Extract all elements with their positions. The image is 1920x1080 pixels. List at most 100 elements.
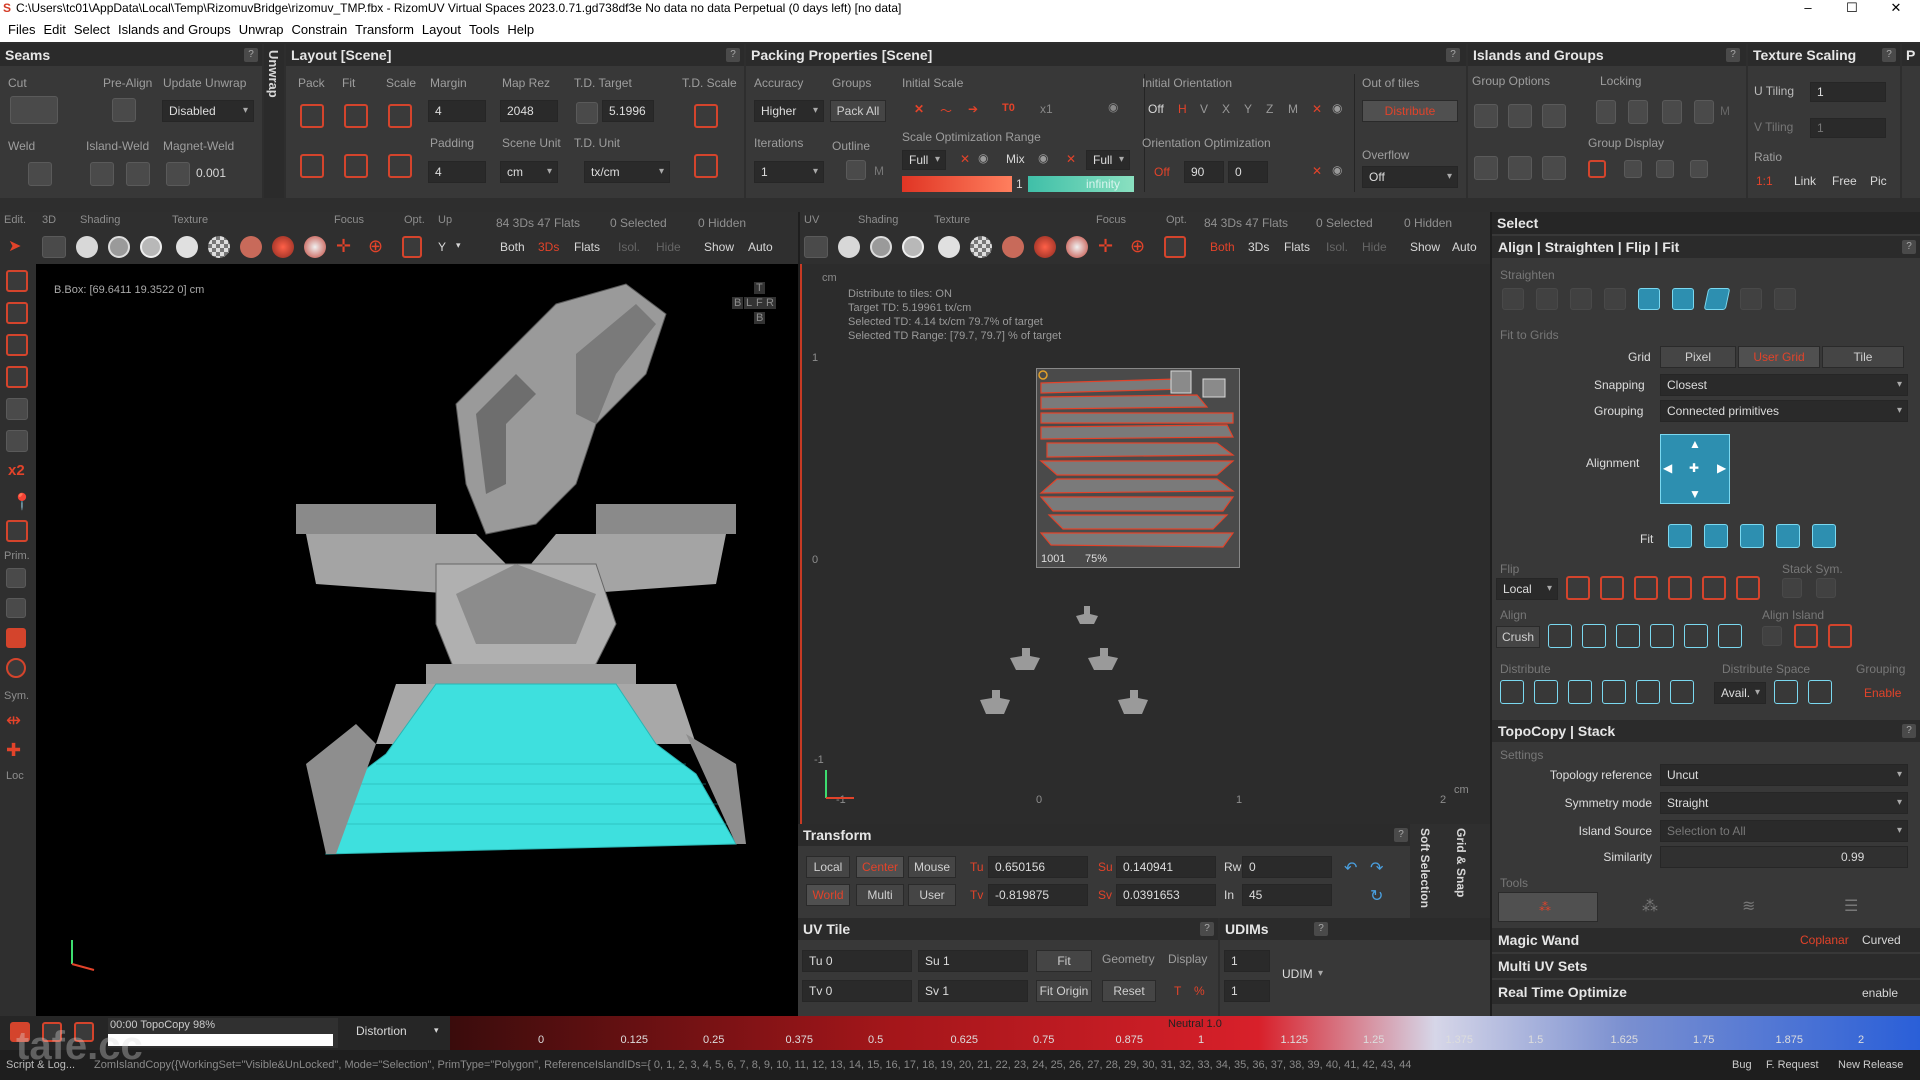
shading-wireframe-solid-icon[interactable]: [140, 236, 162, 258]
user-button[interactable]: User: [908, 884, 956, 906]
prim-edge-icon[interactable]: [6, 598, 26, 618]
straighten-diag-icon[interactable]: [1604, 288, 1626, 310]
help-icon[interactable]: ?: [244, 48, 258, 62]
help-icon[interactable]: ?: [1200, 922, 1214, 936]
maximize-button[interactable]: ☐: [1830, 0, 1874, 16]
uv-both-toggle[interactable]: Both: [1210, 240, 1235, 254]
symmetry-local-icon[interactable]: ✚: [6, 740, 21, 761]
help-icon[interactable]: ?: [1902, 724, 1916, 738]
feature-request-button[interactable]: F. Request: [1766, 1059, 1819, 1071]
minimize-button[interactable]: –: [1786, 0, 1830, 16]
reset-button[interactable]: Reset: [1102, 980, 1156, 1002]
double-tool[interactable]: x2: [8, 462, 25, 479]
world-button[interactable]: World: [806, 884, 850, 906]
distribute-vcenter-icon[interactable]: [1636, 680, 1660, 704]
unlock-icon[interactable]: [1628, 100, 1648, 124]
orient-off-toggle[interactable]: Off: [1148, 102, 1164, 116]
grid-pixel-button[interactable]: Pixel: [1660, 346, 1736, 368]
flip-space-select[interactable]: Local: [1496, 578, 1558, 600]
menu-layout[interactable]: Layout: [418, 16, 465, 44]
texture-map-alt-icon[interactable]: [304, 236, 326, 258]
uv-texture-map-icon[interactable]: [1034, 236, 1056, 258]
overflow-select[interactable]: Off: [1362, 166, 1458, 188]
straighten-rect-icon[interactable]: [1638, 288, 1660, 310]
coplanar-toggle[interactable]: Coplanar: [1800, 933, 1849, 947]
scale-wave-icon[interactable]: 〜: [940, 102, 952, 119]
in-field[interactable]: 45: [1242, 884, 1332, 906]
orient-z-toggle[interactable]: Z: [1266, 102, 1273, 116]
scale-range-min-select[interactable]: Full: [902, 150, 946, 170]
orient-y-toggle[interactable]: Y: [1244, 102, 1252, 116]
chevron-down-icon[interactable]: ▾: [456, 240, 461, 251]
auto-button[interactable]: Auto: [748, 240, 773, 254]
straighten-grid-icon[interactable]: [1536, 288, 1558, 310]
padding-field[interactable]: 4: [428, 161, 486, 183]
orient-opt-off-toggle[interactable]: Off: [1154, 165, 1170, 179]
uv-optimize-icon[interactable]: [1164, 236, 1186, 258]
range-x-icon[interactable]: ✕: [960, 152, 970, 166]
flip-v-icon[interactable]: [1668, 576, 1692, 600]
up-axis-select[interactable]: Y: [438, 240, 446, 254]
focus-target-icon[interactable]: ✛: [336, 236, 351, 257]
range-x2-icon[interactable]: ✕: [1066, 152, 1076, 166]
fit-both-icon[interactable]: [1776, 524, 1800, 548]
local-button[interactable]: Local: [806, 856, 850, 878]
uv-frame-icon[interactable]: [804, 236, 828, 258]
topocopy-tool-button[interactable]: ⁂: [1498, 892, 1598, 922]
align-island-icon[interactable]: [1762, 626, 1782, 646]
3ds-toggle[interactable]: 3Ds: [538, 240, 559, 254]
texture-checker-icon[interactable]: [208, 236, 230, 258]
isolate-toggle[interactable]: Isol.: [618, 240, 640, 254]
eyedropper-icon[interactable]: [576, 102, 598, 124]
orient-x-icon[interactable]: ✕: [1312, 102, 1322, 116]
u-tiling-field[interactable]: 1: [1810, 82, 1886, 102]
mouse-button[interactable]: Mouse: [908, 856, 956, 878]
menu-select[interactable]: Select: [70, 16, 114, 44]
distribute-top-icon[interactable]: [1602, 680, 1626, 704]
orient-opt-step-field[interactable]: 90: [1184, 161, 1224, 183]
texture-none-icon[interactable]: [176, 236, 198, 258]
island-weld-alt-icon[interactable]: [126, 162, 150, 186]
ratio-1-1-button[interactable]: 1:1: [1756, 174, 1773, 188]
sv-field[interactable]: 0.0391653: [1116, 884, 1216, 906]
tile-tv-field[interactable]: Tv 0: [802, 980, 912, 1002]
eye-icon[interactable]: ◉: [1332, 163, 1342, 177]
real-time-enable-toggle[interactable]: enable: [1862, 986, 1898, 1000]
group-display-icon[interactable]: [1474, 156, 1498, 180]
map-rez-field[interactable]: 2048: [500, 100, 558, 122]
island-source-select[interactable]: Selection to All: [1660, 820, 1908, 842]
frame-icon[interactable]: [42, 236, 66, 258]
scale-arrow-icon[interactable]: ➔: [968, 102, 978, 116]
pre-align-icon[interactable]: [112, 98, 136, 122]
magnet-weld-icon[interactable]: [166, 162, 190, 186]
td-unit-select[interactable]: tx/cm: [584, 161, 670, 183]
unwrap-tab[interactable]: Unwrap: [264, 44, 284, 198]
bug-button[interactable]: Bug: [1732, 1059, 1752, 1071]
su-field[interactable]: 0.140941: [1116, 856, 1216, 878]
fit-alt-icon[interactable]: [344, 154, 368, 178]
align-bottom-icon[interactable]: ▼: [1689, 487, 1701, 501]
fit-icon[interactable]: [344, 104, 368, 128]
scale-range-max-select[interactable]: Full: [1086, 150, 1130, 170]
fit-width-icon[interactable]: [1704, 524, 1728, 548]
shading-solid-icon[interactable]: [76, 236, 98, 258]
orient-h-toggle[interactable]: H: [1178, 102, 1187, 116]
menu-islands-groups[interactable]: Islands and Groups: [114, 16, 235, 44]
uv-texture-distortion-icon[interactable]: [1002, 236, 1024, 258]
ratio-link-button[interactable]: Link: [1794, 174, 1816, 188]
stack-all-tool-icon[interactable]: ☰: [1844, 896, 1858, 916]
straighten-auto-icon[interactable]: [1502, 288, 1524, 310]
menu-unwrap[interactable]: Unwrap: [235, 16, 288, 44]
island-tool-icon[interactable]: [6, 366, 28, 388]
tile-su-field[interactable]: Su 1: [918, 950, 1028, 972]
help-icon[interactable]: ?: [1314, 922, 1328, 936]
rotate-ccw-icon[interactable]: ↶: [1344, 858, 1357, 878]
prim-island-icon[interactable]: [6, 658, 26, 678]
layers-tool-icon[interactable]: ≋: [1742, 896, 1755, 916]
straighten-rect-v-icon[interactable]: [1672, 288, 1694, 310]
update-unwrap-select[interactable]: Disabled: [162, 100, 254, 122]
uv-texture-none-icon[interactable]: [938, 236, 960, 258]
align-left-edge-icon[interactable]: [1548, 624, 1572, 648]
alignment-widget[interactable]: ▲ ▼ ◀ ▶ ✚: [1660, 434, 1730, 504]
group-stack-icon[interactable]: [1542, 156, 1566, 180]
